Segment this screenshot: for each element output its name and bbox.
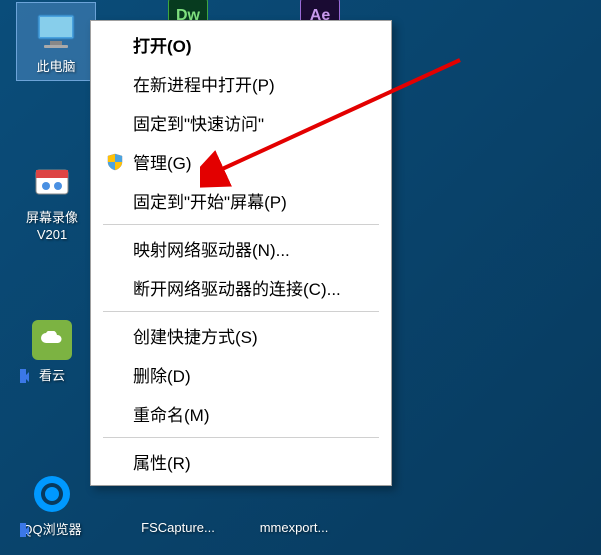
menu-separator	[103, 224, 379, 225]
desktop-icon-kanyun[interactable]: 看云	[12, 316, 92, 385]
blank-icon	[103, 365, 127, 385]
blank-icon	[103, 113, 127, 133]
menu-item-label: 创建快捷方式(S)	[133, 323, 258, 348]
menu-item-delete[interactable]: 删除(D)	[93, 355, 389, 394]
menu-item-disconnect-drive[interactable]: 断开网络驱动器的连接(C)...	[93, 268, 389, 307]
menu-item-label: 属性(R)	[133, 449, 191, 474]
menu-item-open-new-process[interactable]: 在新进程中打开(P)	[93, 64, 389, 103]
context-menu: 打开(O) 在新进程中打开(P) 固定到"快速访问" 管理(G) 固定到"开始"…	[90, 20, 392, 486]
shield-icon	[103, 152, 127, 172]
desktop-icon-fscapture[interactable]: FSCapture...	[128, 520, 228, 537]
menu-item-map-drive[interactable]: 映射网络驱动器(N)...	[93, 229, 389, 268]
blank-icon	[103, 326, 127, 346]
menu-item-label: 映射网络驱动器(N)...	[133, 236, 290, 261]
menu-item-pin-quick-access[interactable]: 固定到"快速访问"	[93, 103, 389, 142]
desktop-icon-mmexport[interactable]: mmexport...	[244, 520, 344, 537]
blank-icon	[103, 278, 127, 298]
menu-item-label: 删除(D)	[133, 362, 191, 387]
desktop-icon-label: FSCapture...	[128, 520, 228, 537]
blank-icon	[103, 191, 127, 211]
kanyun-icon	[26, 316, 78, 364]
menu-item-label: 固定到"快速访问"	[133, 110, 264, 135]
desktop-icon-qq-browser[interactable]: QQ浏览器	[12, 470, 92, 539]
blank-icon	[103, 74, 127, 94]
desktop-icon-screen-recorder[interactable]: 屏幕录像 V201	[12, 158, 92, 244]
menu-item-label: 在新进程中打开(P)	[133, 71, 275, 96]
menu-item-label: 重命名(M)	[133, 401, 209, 426]
blank-icon	[103, 452, 127, 472]
menu-item-properties[interactable]: 属性(R)	[93, 442, 389, 481]
blank-icon	[103, 239, 127, 259]
menu-item-label: 管理(G)	[133, 149, 192, 174]
menu-item-rename[interactable]: 重命名(M)	[93, 394, 389, 433]
menu-item-label: 打开(O)	[133, 32, 192, 57]
desktop-icon-this-pc[interactable]: 此电脑	[16, 2, 96, 81]
menu-item-label: 固定到"开始"屏幕(P)	[133, 188, 287, 213]
menu-item-manage[interactable]: 管理(G)	[93, 142, 389, 181]
menu-item-label: 断开网络驱动器的连接(C)...	[133, 275, 341, 300]
menu-item-pin-start[interactable]: 固定到"开始"屏幕(P)	[93, 181, 389, 220]
blank-icon	[103, 404, 127, 424]
qq-browser-icon	[26, 470, 78, 518]
menu-item-open[interactable]: 打开(O)	[93, 25, 389, 64]
menu-separator	[103, 437, 379, 438]
menu-separator	[103, 311, 379, 312]
desktop-icon-label: mmexport...	[244, 520, 344, 537]
this-pc-icon	[30, 7, 82, 55]
desktop-icon-label: 屏幕录像 V201	[12, 210, 92, 244]
recorder-icon	[26, 158, 78, 206]
desktop-icon-label: 此电脑	[19, 59, 93, 76]
menu-item-create-shortcut[interactable]: 创建快捷方式(S)	[93, 316, 389, 355]
blank-icon	[103, 35, 127, 55]
